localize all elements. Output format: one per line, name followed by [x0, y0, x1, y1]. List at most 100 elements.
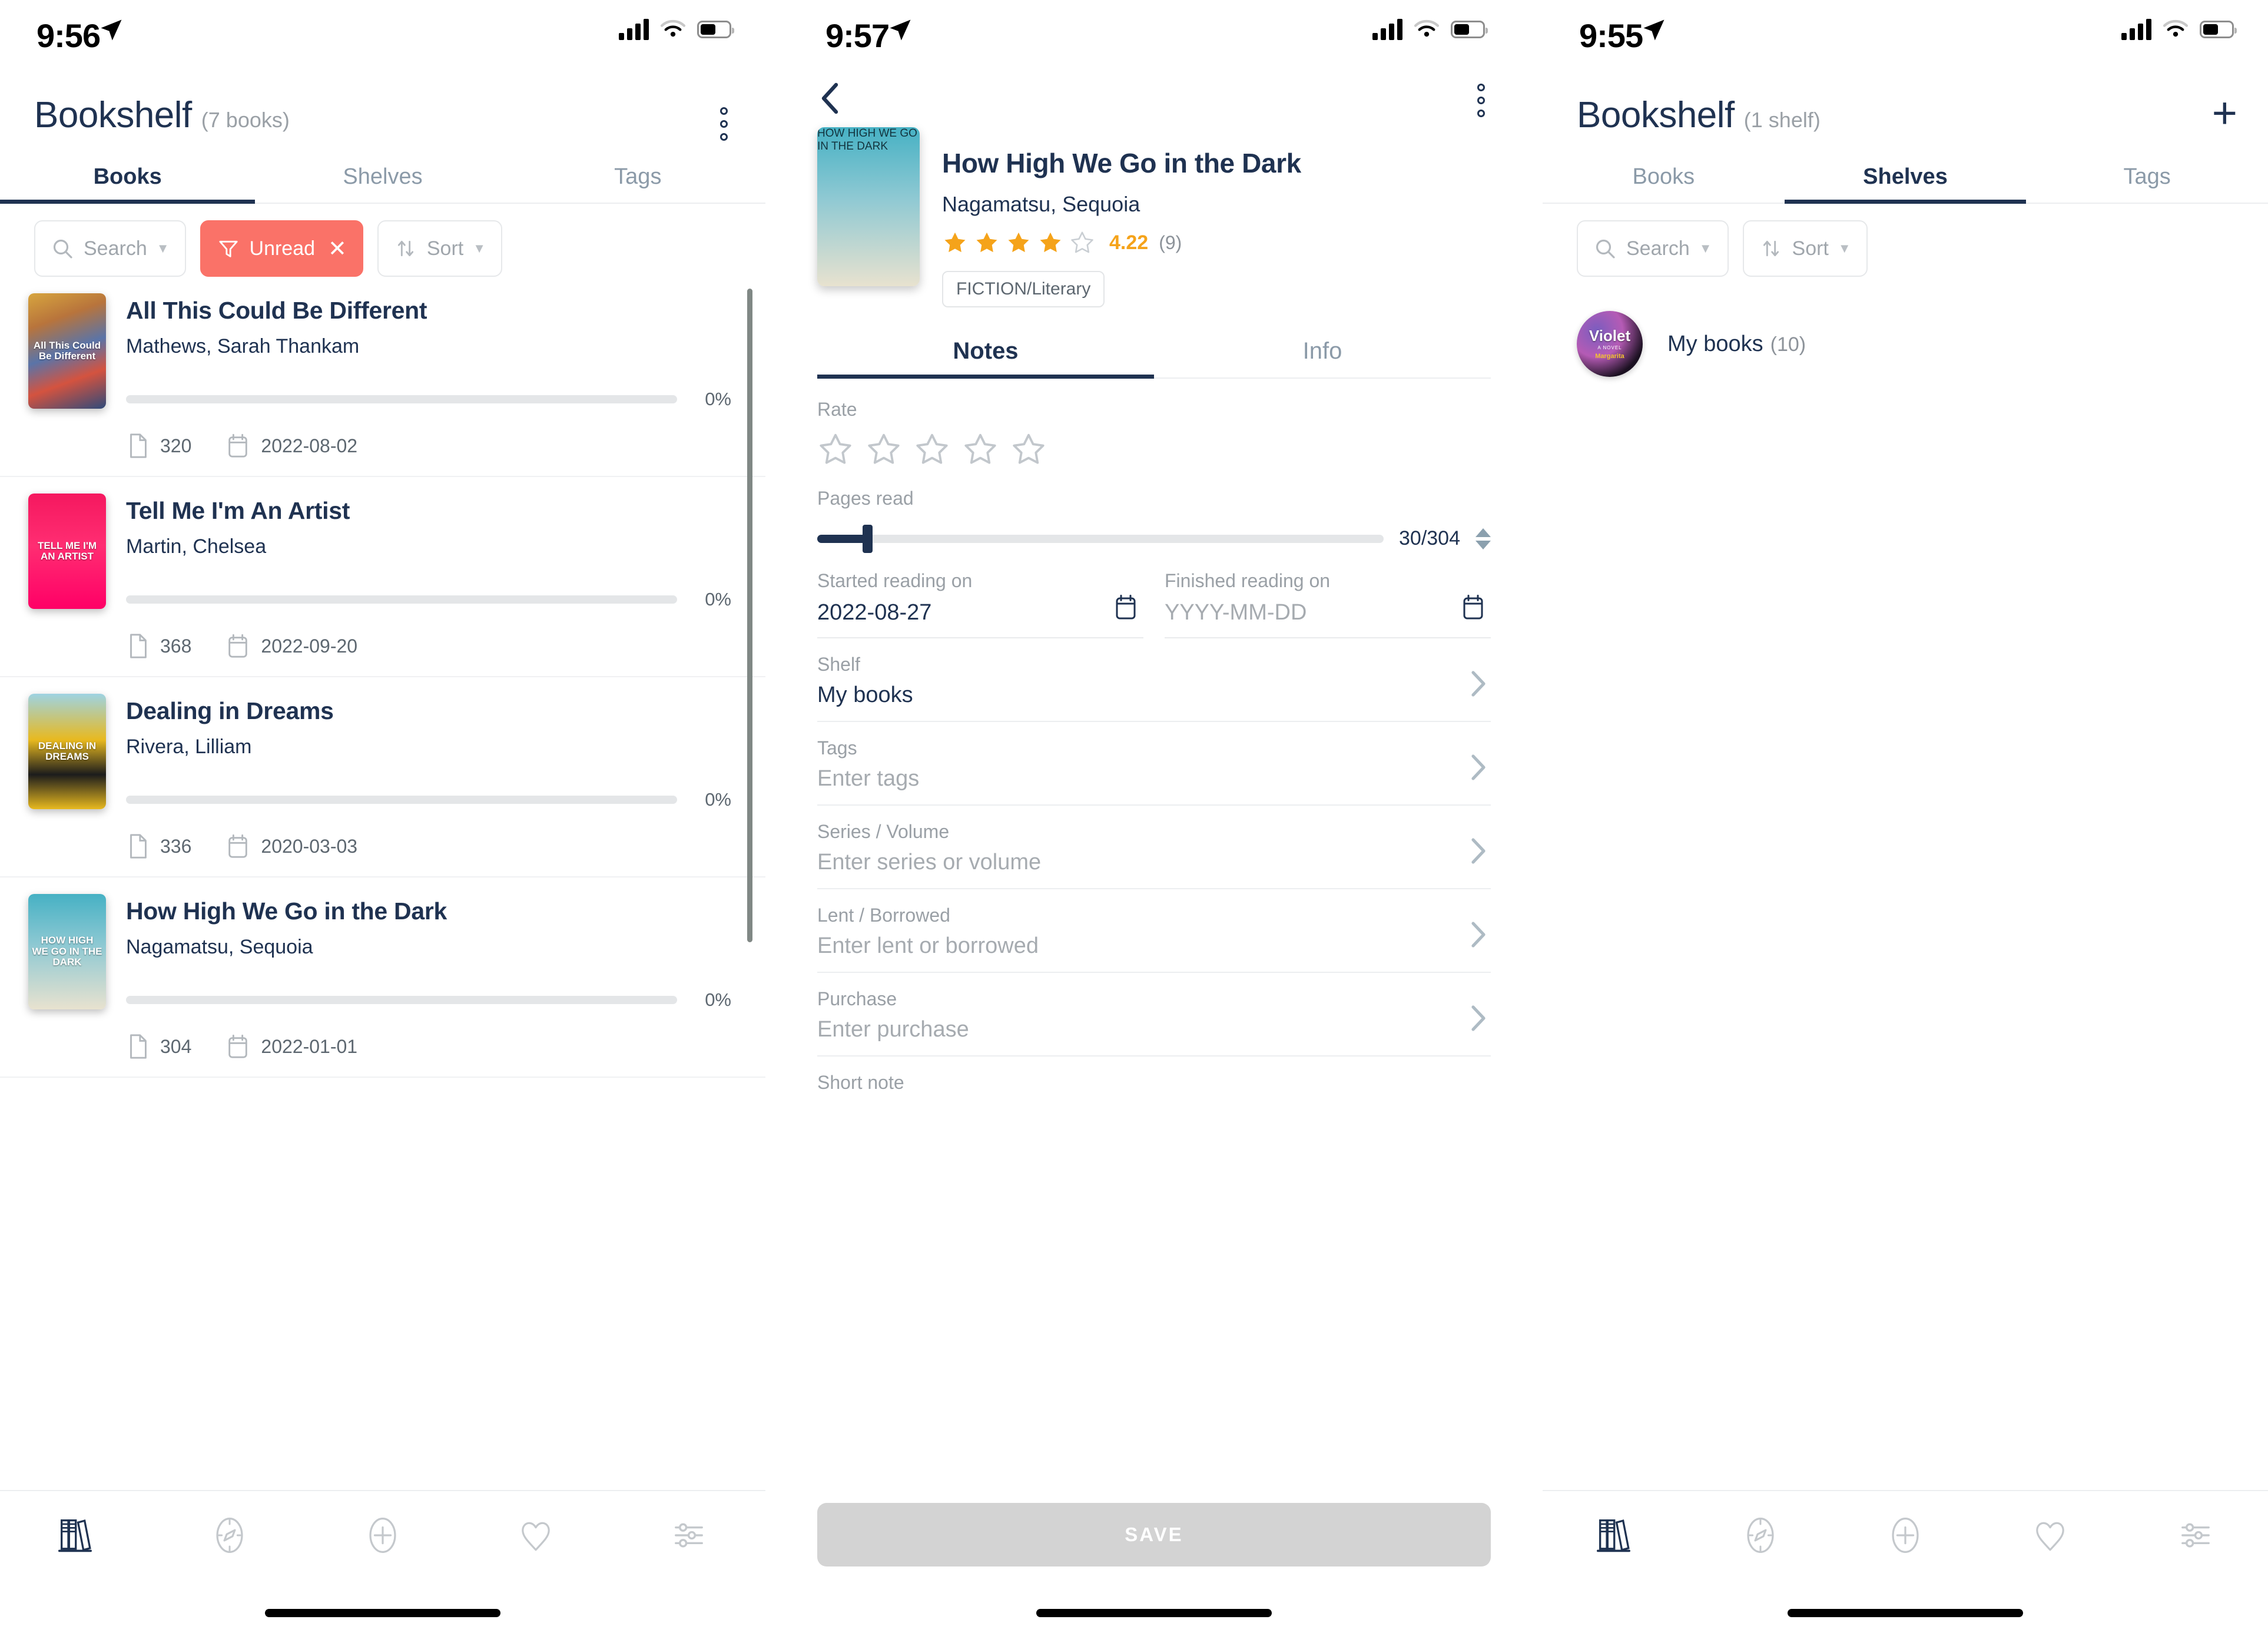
chevron-down-icon: ▼ — [156, 241, 170, 256]
page-subtitle: (1 shelf) — [1743, 108, 1821, 132]
save-button[interactable]: SAVE — [817, 1503, 1491, 1567]
series-field[interactable]: Series / Volume Enter series or volume — [817, 806, 1491, 889]
tab-notes[interactable]: Notes — [817, 332, 1154, 379]
chevron-right-icon — [1468, 753, 1488, 785]
status-indicators — [1372, 19, 1488, 40]
book-list-item[interactable]: DEALING IN DREAMS Dealing in Dreams Rive… — [0, 677, 765, 877]
series-label: Series / Volume — [817, 821, 950, 842]
overflow-menu-button[interactable] — [713, 100, 735, 148]
stepper-down-icon[interactable] — [1475, 540, 1491, 549]
book-author: Martin, Chelsea — [126, 535, 267, 558]
tab-info[interactable]: Info — [1154, 332, 1491, 377]
book-list-item[interactable]: All This Could Be Different All This Cou… — [0, 277, 765, 477]
chevron-down-icon: ▼ — [1838, 241, 1851, 256]
overflow-menu-icon — [1470, 77, 1492, 124]
nav-favorites[interactable] — [459, 1514, 612, 1557]
book-author: Mathews, Sarah Thankam — [126, 335, 360, 357]
shelf-field[interactable]: Shelf My books — [817, 638, 1491, 722]
search-chip-label: Search — [84, 237, 147, 260]
book-cover: All This Could Be Different — [28, 293, 106, 409]
search-chip-label: Search — [1626, 237, 1690, 260]
shelf-list: Violet A NOVEL Margarita My books (10) — [1543, 287, 2268, 400]
purchase-field[interactable]: Purchase Enter purchase — [817, 973, 1491, 1057]
home-indicator — [1036, 1609, 1272, 1617]
close-icon[interactable]: ✕ — [328, 236, 347, 262]
nav-discover[interactable] — [1687, 1514, 1832, 1557]
sort-chip-label: Sort — [426, 237, 464, 260]
overflow-menu-button[interactable] — [1470, 77, 1492, 124]
calendar-icon[interactable] — [1460, 593, 1486, 624]
shelf-list-item[interactable]: Violet A NOVEL Margarita My books (10) — [1543, 287, 2268, 400]
filter-bar: Search ▼ Sort ▼ — [1543, 204, 2268, 277]
filter-funnel-icon — [218, 240, 238, 257]
progress-bar — [126, 796, 677, 804]
tab-books[interactable]: Books — [1543, 158, 1785, 203]
sort-chip[interactable]: Sort ▼ — [377, 220, 503, 277]
search-icon — [1596, 239, 1615, 259]
shelf-name: My books — [1667, 331, 1763, 356]
shelf-value: My books — [817, 683, 913, 707]
stepper-up-icon[interactable] — [1475, 528, 1491, 537]
book-cover-title: All This Could Be Different — [33, 339, 101, 362]
shelf-avatar-author: Margarita — [1595, 353, 1624, 360]
nav-settings[interactable] — [2123, 1514, 2268, 1557]
shelf-avatar-title: Violet — [1589, 327, 1631, 345]
lent-label: Lent / Borrowed — [817, 905, 950, 926]
book-title: How High We Go in the Dark — [942, 148, 1301, 178]
scrollbar[interactable] — [747, 289, 752, 942]
search-chip[interactable]: Search ▼ — [34, 220, 186, 277]
nav-add[interactable] — [306, 1514, 459, 1557]
lent-field[interactable]: Lent / Borrowed Enter lent or borrowed — [817, 889, 1491, 973]
star-empty-icon[interactable] — [1010, 431, 1047, 468]
nav-discover[interactable] — [153, 1514, 306, 1557]
status-time: 9:57 — [825, 17, 890, 54]
add-shelf-button[interactable]: + — [2212, 91, 2237, 135]
wifi-icon — [660, 19, 686, 37]
book-detail-header: HOW HIGH WE GO IN THE DARK How High We G… — [789, 127, 1519, 307]
started-reading-field[interactable]: Started reading on 2022-08-27 — [817, 570, 1143, 638]
sliders-icon — [675, 1523, 703, 1548]
shelf-avatar: Violet A NOVEL Margarita — [1577, 311, 1643, 377]
tab-tags[interactable]: Tags — [510, 158, 765, 203]
star-filled-icon — [1040, 232, 1061, 253]
tags-field[interactable]: Tags Enter tags — [817, 722, 1491, 806]
pages-read-slider[interactable] — [817, 524, 1384, 553]
star-empty-icon[interactable] — [817, 431, 854, 468]
nav-favorites[interactable] — [1978, 1514, 2123, 1557]
tab-tags[interactable]: Tags — [2026, 158, 2268, 203]
back-button[interactable] — [817, 81, 843, 118]
short-note-field[interactable]: Short note — [817, 1057, 1491, 1107]
book-cover: TELL ME I'M AN ARTIST — [28, 494, 106, 609]
pages-read-label: Pages read — [817, 488, 914, 509]
slider-thumb[interactable] — [862, 524, 873, 553]
rating-value: 4.22 — [1109, 231, 1149, 254]
chevron-right-icon — [1468, 920, 1488, 952]
star-empty-icon[interactable] — [962, 431, 999, 468]
calendar-icon[interactable] — [1113, 593, 1139, 624]
star-empty-icon[interactable] — [866, 431, 902, 468]
rate-stars-input[interactable] — [817, 431, 1491, 468]
unread-filter-chip[interactable]: Unread ✕ — [200, 220, 363, 277]
finished-reading-field[interactable]: Finished reading on YYYY-MM-DD — [1165, 570, 1491, 638]
status-bar: 9:55 — [1543, 0, 2268, 71]
main-tabs: Books Shelves Tags — [1543, 158, 2268, 204]
book-cover: HOW HIGH WE GO IN THE DARK — [817, 127, 920, 286]
tab-shelves[interactable]: Shelves — [1784, 158, 2027, 204]
nav-bookshelf[interactable] — [0, 1513, 153, 1558]
nav-bookshelf[interactable] — [1543, 1513, 1687, 1558]
sort-chip-label: Sort — [1792, 237, 1829, 260]
tab-shelves[interactable]: Shelves — [255, 158, 510, 203]
battery-icon — [1451, 21, 1488, 38]
search-chip[interactable]: Search ▼ — [1577, 220, 1729, 277]
genre-badge: FICTION/Literary — [942, 271, 1105, 307]
chevron-right-icon — [1468, 836, 1488, 869]
book-list-item[interactable]: HOW HIGH WE GO IN THE DARK How High We G… — [0, 877, 765, 1078]
star-empty-icon[interactable] — [914, 431, 950, 468]
sort-chip[interactable]: Sort ▼ — [1742, 220, 1868, 277]
pages-stepper[interactable] — [1475, 528, 1491, 549]
nav-add[interactable] — [1833, 1514, 1978, 1557]
nav-settings[interactable] — [612, 1514, 765, 1557]
star-empty-icon — [1071, 231, 1093, 253]
tab-books[interactable]: Books — [0, 158, 256, 204]
book-list-item[interactable]: TELL ME I'M AN ARTIST Tell Me I'm An Art… — [0, 477, 765, 677]
